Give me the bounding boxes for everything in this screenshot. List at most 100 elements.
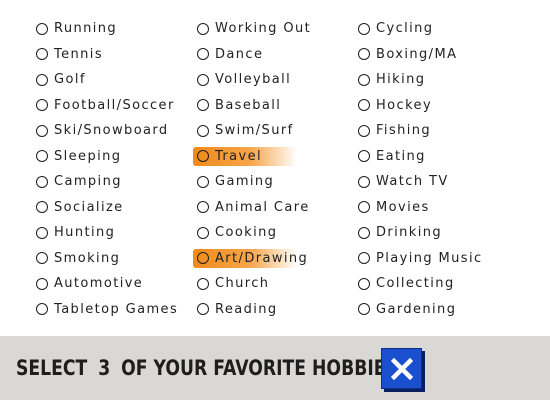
radio-circle-icon: [197, 226, 209, 239]
hobby-option[interactable]: Hunting: [32, 223, 182, 242]
hobby-label: Hockey: [376, 97, 433, 113]
radio-circle-icon: [358, 48, 370, 60]
radio-circle-icon: [358, 277, 370, 290]
radio-circle-icon: [358, 99, 370, 111]
hobby-label: Running: [54, 21, 118, 36]
selection-count: 3: [98, 356, 111, 380]
hobby-label: Gardening: [376, 301, 457, 317]
radio-circle-icon: [358, 175, 370, 188]
hobby-label: Hunting: [54, 225, 116, 240]
radio-circle-icon: [358, 150, 370, 162]
hobby-option[interactable]: Baseball: [193, 96, 343, 115]
hobby-label: Watch TV: [376, 174, 449, 189]
radio-circle-icon: [358, 201, 370, 213]
radio-circle-icon: [36, 99, 48, 111]
radio-circle-icon: [36, 252, 48, 264]
radio-circle-icon: [197, 48, 209, 60]
close-icon: [390, 357, 413, 380]
hobby-label: Golf: [54, 72, 86, 87]
radio-circle-icon: [358, 22, 370, 35]
hobby-option[interactable]: Tennis: [32, 45, 182, 64]
hobby-option[interactable]: Hiking: [354, 70, 504, 89]
radio-circle-icon: [358, 303, 370, 315]
hobby-option[interactable]: Volleyball: [193, 70, 343, 89]
hobby-label: Reading: [215, 301, 278, 317]
hobby-label: Boxing/MA: [376, 46, 458, 62]
hobby-option[interactable]: Boxing/MA: [354, 45, 504, 64]
hobby-option[interactable]: Dance: [193, 45, 343, 64]
instruction-suffix: OF YOUR FAVORITE HOBBIES: [121, 356, 398, 380]
hobby-option[interactable]: Running: [32, 19, 182, 38]
radio-circle-icon: [36, 48, 48, 60]
hobby-option[interactable]: Fishing: [354, 121, 504, 140]
hobby-label: Gaming: [215, 174, 275, 189]
hobby-label: Tennis: [54, 46, 103, 62]
hobby-option[interactable]: Eating: [354, 147, 504, 166]
hobby-option[interactable]: Ski/Snowboard: [32, 121, 182, 140]
hobby-label: Football/Soccer: [54, 97, 175, 113]
hobby-option[interactable]: Drinking: [354, 223, 504, 242]
hobby-option[interactable]: Automotive: [32, 274, 182, 293]
hobby-options-grid: Running Tennis Golf Football/Soccer Ski/Snow…: [0, 0, 550, 336]
hobby-option[interactable]: Smoking: [32, 249, 182, 268]
radio-circle-icon: [36, 73, 48, 86]
radio-circle-icon: [358, 73, 370, 86]
radio-circle-icon: [197, 124, 209, 137]
close-button[interactable]: [381, 348, 422, 389]
instruction-text: SELECT 3 OF YOUR FAVORITE HOBBIES: [16, 352, 398, 384]
hobby-label: Cooking: [215, 225, 278, 240]
hobby-label: Art/Drawing: [215, 250, 309, 266]
hobby-option[interactable]: Collecting: [354, 274, 504, 293]
hobby-option[interactable]: Socialize: [32, 198, 182, 217]
hobby-label: Ski/Snowboard: [54, 123, 169, 138]
hobby-option[interactable]: Sleeping: [32, 147, 182, 166]
radio-circle-icon: [197, 201, 209, 213]
hobby-label: Fishing: [376, 123, 432, 138]
hobby-option[interactable]: Travel: [193, 146, 297, 166]
hobby-option[interactable]: Gardening: [354, 300, 504, 319]
hobby-option[interactable]: Animal Care: [193, 198, 343, 217]
hobby-option[interactable]: Golf: [32, 70, 182, 89]
hobby-label: Travel: [215, 148, 263, 164]
hobby-option[interactable]: Swim/Surf: [193, 121, 343, 140]
hobby-label: Sleeping: [54, 148, 122, 164]
hobby-label: Church: [215, 276, 270, 291]
hobby-option[interactable]: Reading: [193, 300, 343, 319]
hobby-option[interactable]: Tabletop Games: [32, 300, 182, 319]
hobby-option[interactable]: Camping: [32, 172, 182, 191]
hobby-label: Baseball: [215, 97, 282, 113]
hobby-option[interactable]: Football/Soccer: [32, 96, 182, 115]
hobby-label: Swim/Surf: [215, 123, 294, 138]
radio-circle-icon: [197, 303, 209, 315]
hobby-label: Camping: [54, 174, 122, 189]
hobby-label: Hiking: [376, 72, 426, 87]
hobby-label: Dance: [215, 46, 264, 62]
hobby-option[interactable]: Watch TV: [354, 172, 504, 191]
hobby-option[interactable]: Hockey: [354, 96, 504, 115]
radio-circle-icon: [197, 252, 209, 264]
hobby-option[interactable]: Church: [193, 274, 343, 293]
radio-circle-icon: [197, 73, 209, 86]
hobby-label: Smoking: [54, 250, 121, 266]
hobby-option[interactable]: Art/Drawing: [193, 248, 307, 268]
hobby-option[interactable]: Cycling: [354, 19, 504, 38]
radio-circle-icon: [36, 22, 48, 35]
hobby-label: Playing Music: [376, 250, 483, 266]
radio-circle-icon: [36, 175, 48, 188]
hobby-option[interactable]: Working Out: [193, 19, 343, 38]
hobby-label: Drinking: [376, 225, 443, 240]
hobby-option[interactable]: Playing Music: [354, 249, 504, 268]
radio-circle-icon: [197, 150, 209, 162]
hobby-label: Automotive: [54, 276, 144, 291]
radio-circle-icon: [358, 226, 370, 239]
hobby-option[interactable]: Movies: [354, 198, 504, 217]
radio-circle-icon: [36, 303, 48, 315]
hobby-label: Movies: [376, 199, 430, 215]
hobby-label: Cycling: [376, 21, 434, 36]
hobby-option[interactable]: Cooking: [193, 223, 343, 242]
hobby-label: Working Out: [215, 21, 312, 36]
hobby-option[interactable]: Gaming: [193, 172, 343, 191]
radio-circle-icon: [358, 252, 370, 264]
hobby-label: Eating: [376, 148, 426, 164]
radio-circle-icon: [36, 150, 48, 162]
